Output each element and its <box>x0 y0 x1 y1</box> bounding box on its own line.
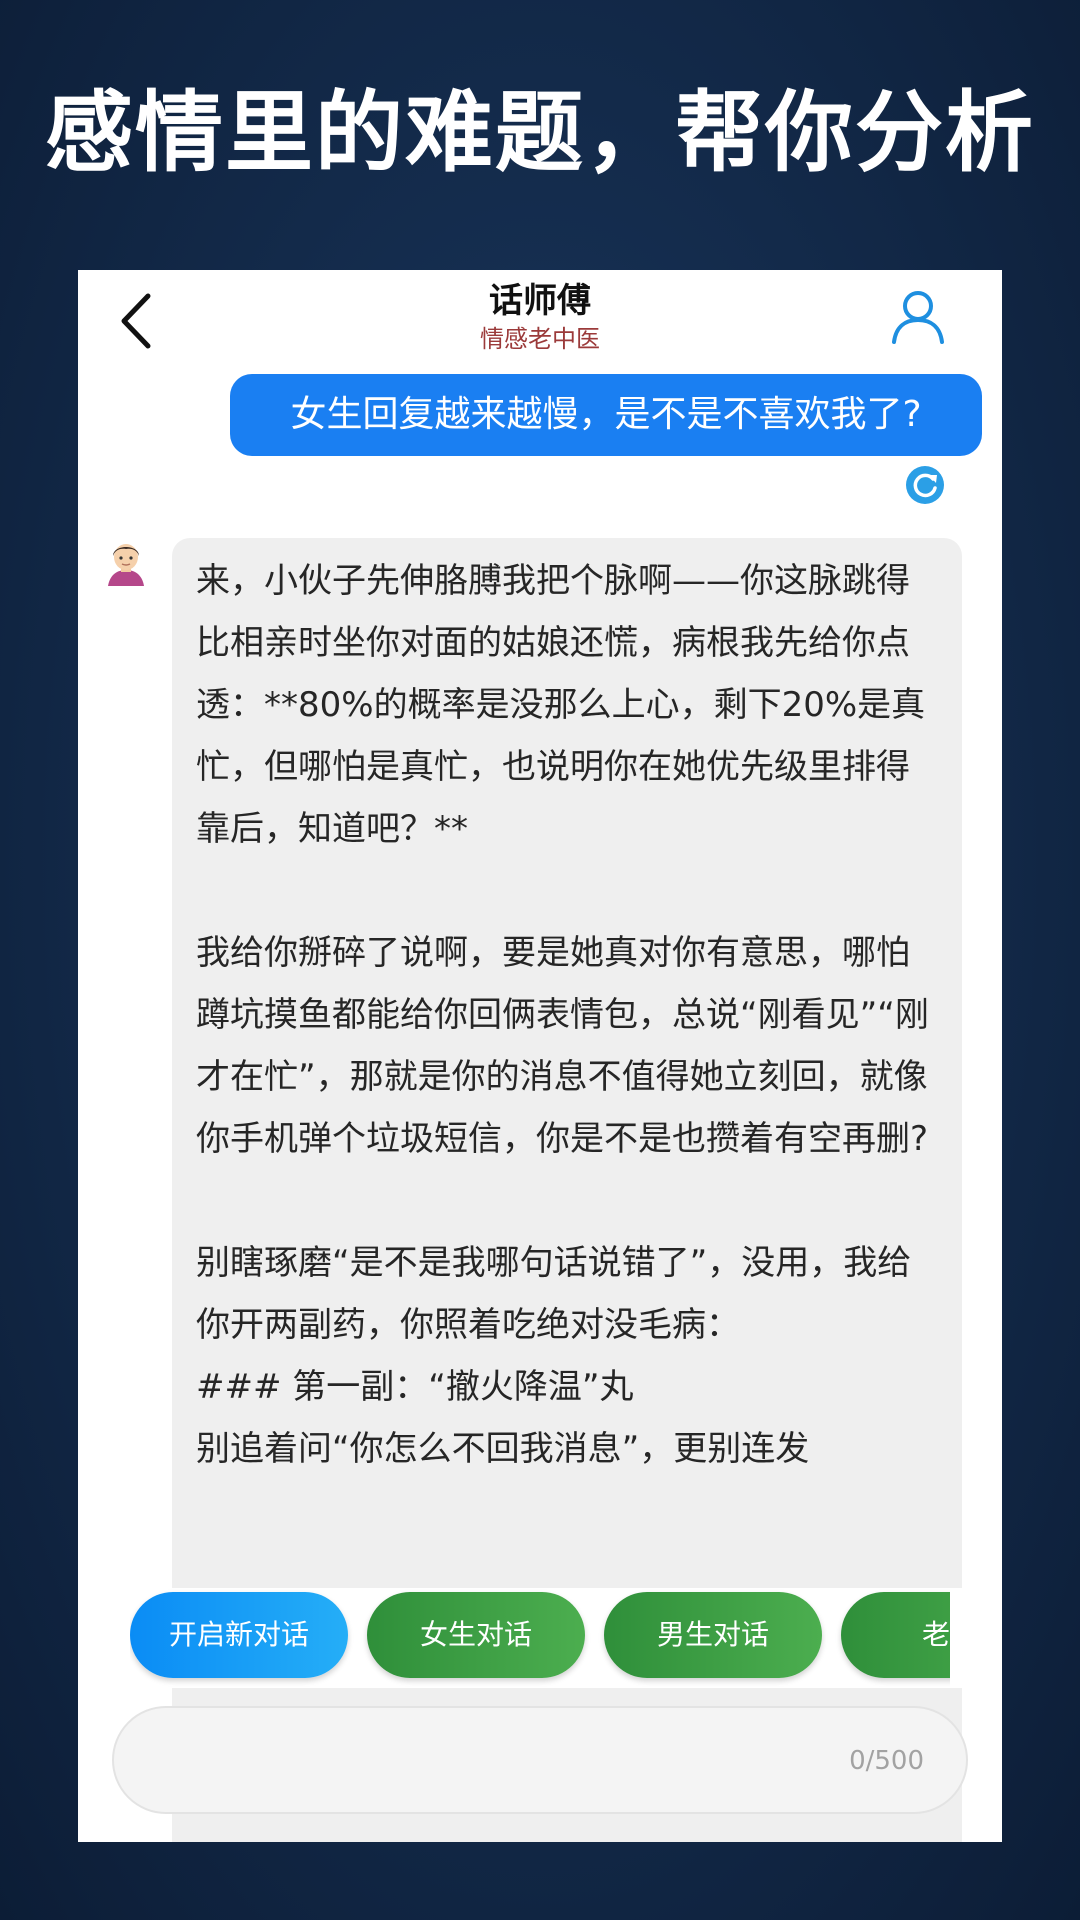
bot-paragraph: 我给你掰碎了说啊，要是她真对你有意思，哪怕蹲坑摸鱼都能给你回俩表情包，总说“刚看… <box>196 933 929 1159</box>
page-headline: 感情里的难题，帮你分析 <box>44 81 1035 184</box>
bot-paragraph: 别追着问“你怎么不回我消息”，更别连发 <box>196 1429 810 1469</box>
quick-chips-row: 开启新对话 女生对话 男生对话 老婆 <box>78 1588 1002 1688</box>
chip-male-chat[interactable]: 男生对话 <box>604 1592 822 1678</box>
user-icon <box>892 291 944 344</box>
phone-screen: 话师傅 情感老中医 女生回复越来越慢，是不是不喜欢我了? 来，小伙子先伸胳膊我把… <box>78 270 1002 1842</box>
user-message-bubble: 女生回复越来越慢，是不是不喜欢我了? <box>230 374 982 456</box>
profile-button[interactable] <box>886 284 950 348</box>
refresh-button[interactable] <box>906 466 944 504</box>
top-bar: 话师傅 情感老中医 <box>78 270 1002 370</box>
chip-female-chat[interactable]: 女生对话 <box>367 1592 585 1678</box>
bot-message-text: 来，小伙子先伸胳膊我把个脉啊——你这脉跳得比相亲时坐你对面的姑娘还慌，病根我先给… <box>172 538 962 1480</box>
message-input[interactable]: 0/500 <box>112 1706 968 1814</box>
bot-paragraph: 来，小伙子先伸胳膊我把个脉啊——你这脉跳得比相亲时坐你对面的姑娘还慌，病根我先给… <box>196 561 926 849</box>
chip-new-chat[interactable]: 开启新对话 <box>130 1592 348 1678</box>
char-counter: 0/500 <box>849 1746 924 1776</box>
chip-wife[interactable]: 老婆 <box>841 1592 950 1678</box>
bot-paragraph: ### 第一副：“撤火降温”丸 <box>196 1367 634 1407</box>
chips-scroller[interactable]: 开启新对话 女生对话 男生对话 老婆 <box>130 1588 950 1688</box>
chat-subtitle: 情感老中医 <box>480 325 600 353</box>
bot-paragraph: 别瞎琢磨“是不是我哪句话说错了”，没用，我给你开两副药，你照着吃绝对没毛病： <box>196 1243 912 1345</box>
bot-avatar <box>102 538 150 586</box>
refresh-icon <box>913 473 937 498</box>
chat-title: 话师傅 <box>489 281 591 321</box>
man-avatar-icon <box>108 544 144 586</box>
title-group: 话师傅 情感老中医 <box>78 280 1002 356</box>
